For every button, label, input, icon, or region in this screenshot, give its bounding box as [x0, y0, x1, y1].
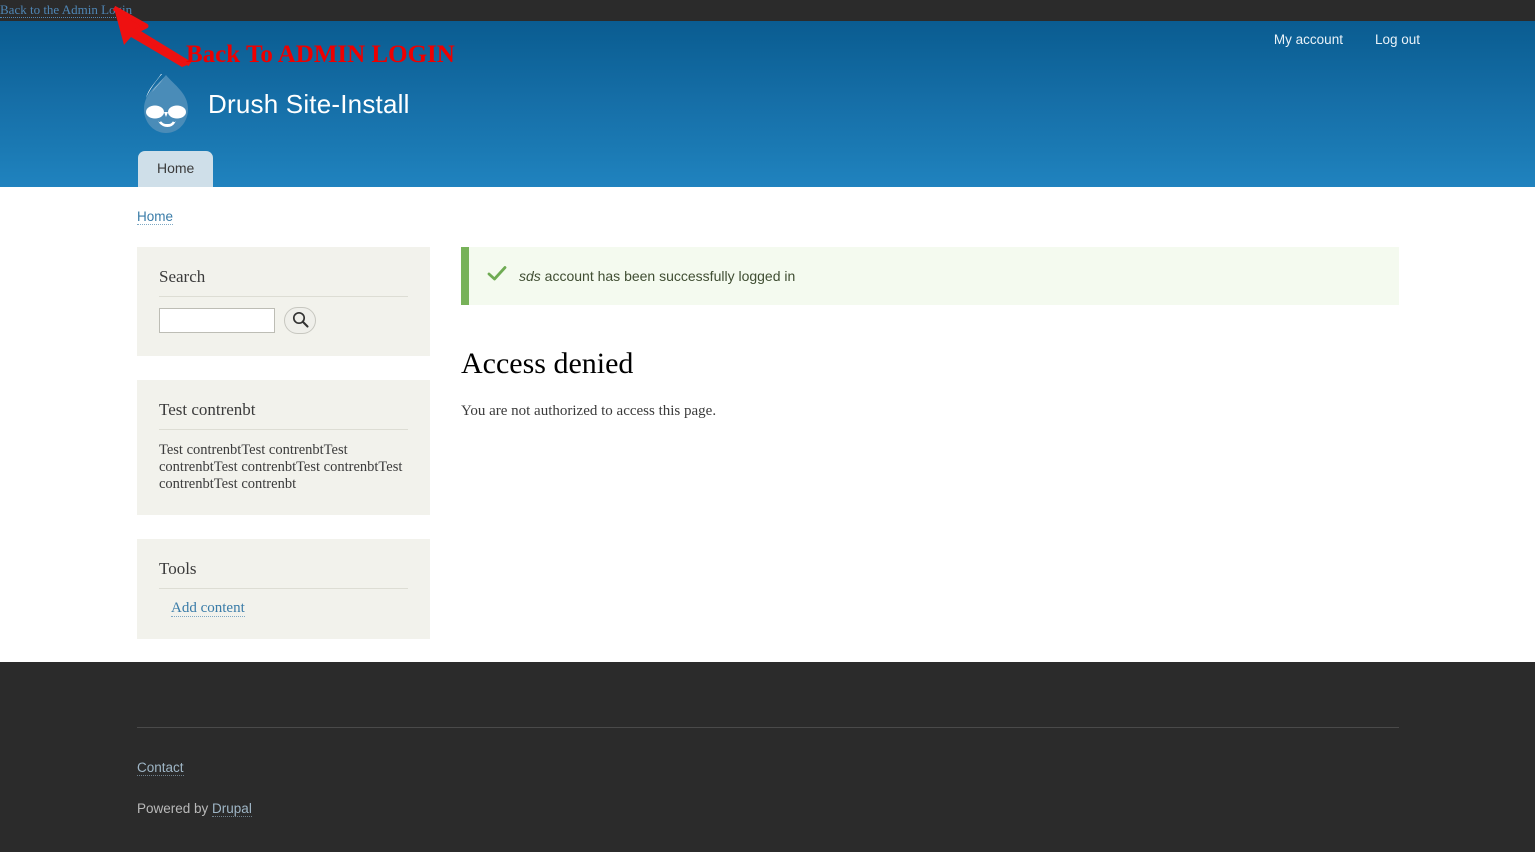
site-footer: Contact Powered by Drupal	[0, 662, 1535, 852]
my-account-link[interactable]: My account	[1274, 32, 1343, 47]
main-content: sds account has been successfully logged…	[461, 247, 1399, 420]
search-input[interactable]	[159, 308, 275, 333]
admin-toolbar: Back to the Admin Login	[0, 0, 1535, 21]
page-root: Back to the Admin Login My account Log o…	[0, 0, 1535, 852]
green-check-icon	[487, 265, 507, 287]
search-magnifier-icon	[292, 311, 309, 331]
page-title: Access denied	[461, 347, 634, 380]
user-account-links: My account Log out	[1274, 32, 1420, 47]
page-body-text: You are not authorized to access this pa…	[461, 403, 717, 419]
status-username: sds	[519, 268, 541, 284]
search-form	[159, 307, 408, 334]
status-message-suffix: account has been successfully logged in	[540, 268, 796, 284]
page-body: Home Search Test contrenbt Test contrenb…	[0, 187, 1535, 662]
menu-tab-home[interactable]: Home	[138, 151, 214, 187]
site-branding[interactable]: Drush Site-Install	[138, 69, 410, 139]
drupal-link[interactable]: Drupal	[212, 801, 252, 817]
back-to-admin-login-link[interactable]: Back to the Admin Login	[0, 2, 133, 18]
status-message-text: sds account has been successfully logged…	[519, 268, 795, 284]
block-search: Search	[137, 247, 430, 356]
log-out-link[interactable]: Log out	[1375, 32, 1420, 47]
breadcrumb: Home	[137, 209, 174, 225]
search-submit-button[interactable]	[284, 307, 316, 334]
main-navigation: Home	[138, 151, 214, 187]
drupal-druplicon-logo	[138, 69, 194, 139]
block-tools: Tools Add content	[137, 539, 430, 639]
status-message: sds account has been successfully logged…	[461, 247, 1399, 305]
block-title-tools: Tools	[159, 559, 408, 589]
powered-by-text: Powered by Drupal	[137, 801, 1399, 817]
block-title-search: Search	[159, 267, 408, 297]
annotation-label: Back To ADMIN LOGIN	[186, 41, 455, 68]
breadcrumb-item-home[interactable]: Home	[137, 209, 174, 225]
block-body-test-contrenbt: Test contrenbtTest contrenbtTest contren…	[159, 442, 403, 492]
footer-content: Contact Powered by Drupal	[137, 728, 1399, 817]
site-name: Drush Site-Install	[208, 88, 410, 119]
add-content-link[interactable]: Add content	[171, 600, 245, 617]
block-test-contrenbt: Test contrenbt Test contrenbtTest contre…	[137, 380, 430, 515]
powered-by-prefix: Powered by	[137, 801, 213, 816]
list-item: Add content	[171, 599, 408, 617]
block-title-test-contrenbt: Test contrenbt	[159, 400, 408, 430]
sidebar-first: Search Test contrenbt Test contrenbtTest…	[137, 247, 430, 663]
tools-link-list: Add content	[159, 599, 408, 617]
contact-link[interactable]: Contact	[137, 760, 184, 776]
